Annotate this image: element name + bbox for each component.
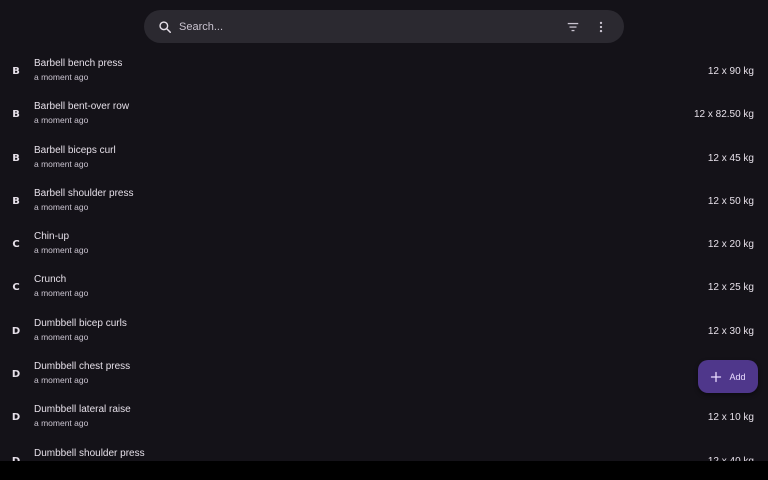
add-button-label: Add (729, 371, 746, 382)
exercise-name: Chin-up (34, 231, 70, 243)
section-letter: C (12, 239, 20, 251)
last-performed-time: a moment ago (34, 158, 89, 169)
plus-icon (710, 371, 722, 383)
last-performed-time: a moment ago (34, 115, 89, 126)
last-set-value: 12 x 90 kg (707, 66, 754, 77)
app-screen: B Barbell bench press a moment ago 12 x 90 … (0, 0, 768, 461)
list-item[interactable]: DDumbbell shoulder pressa moment ago12 x… (0, 437, 768, 461)
exercise-name: Barbell bench press (34, 58, 123, 69)
last-set-value: 12 x 50 kg (707, 195, 754, 207)
search-bar[interactable] (144, 10, 624, 43)
add-button[interactable]: Add (698, 360, 758, 393)
exercise-name: Barbell biceps curl (34, 144, 116, 156)
last-performed-time: a moment ago (34, 245, 89, 256)
exercise-name: Crunch (34, 274, 67, 286)
last-set-value: 12 x 82.50 kg (693, 109, 754, 121)
section-letter: C (12, 282, 20, 294)
more-vert-icon[interactable] (590, 16, 612, 38)
exercise-name: Barbell bent-over row (34, 101, 130, 113)
last-set-value: 12 x 30 kg (707, 325, 754, 337)
section-letter: B (12, 109, 20, 121)
last-set-value: 12 x 20 kg (707, 239, 754, 251)
exercise-name: Dumbbell bicep curls (34, 317, 127, 329)
list-item[interactable]: D Dumbbell chest press a moment ago (0, 350, 768, 393)
exercise-list: B Barbell bench press a moment ago 12 x 90 … (0, 47, 768, 461)
list-item[interactable]: D Dumbbell lateral raise a moment ago 12 x … (0, 393, 768, 436)
search-input[interactable] (179, 16, 558, 37)
last-performed-time: a moment ago (34, 201, 89, 212)
exercise-name: Barbell shoulder press (34, 187, 134, 199)
last-performed-time: a moment ago (34, 375, 89, 386)
list-item[interactable]: B Barbell bent-over row a moment ago 12 x 8… (0, 90, 768, 133)
section-letter: B (12, 152, 20, 164)
last-performed-time: a moment ago (34, 288, 89, 299)
section-letter: D (11, 325, 21, 337)
last-set-value: 12 x 25 kg (707, 282, 754, 294)
exercise-name: Dumbbell chest press (34, 361, 131, 373)
section-letter: B (12, 195, 20, 207)
filter-icon[interactable] (562, 16, 584, 38)
list-item[interactable]: B Barbell shoulder press a moment ago 12 x … (0, 177, 768, 220)
list-item[interactable]: B Barbell bench press a moment ago 12 x 90 … (0, 47, 768, 90)
section-letter: D (11, 412, 21, 424)
list-item[interactable]: C Crunch a moment ago 12 x 25 kg (0, 263, 768, 306)
list-item[interactable]: B Barbell biceps curl a moment ago 12 x 45 … (0, 134, 768, 177)
section-letter: D (11, 369, 21, 381)
last-set-value: 12 x 10 kg (707, 412, 754, 424)
section-letter: B (12, 66, 20, 77)
last-set-value: 12 x 45 kg (707, 152, 754, 164)
last-performed-time: a moment ago (34, 72, 89, 82)
exercise-name: Dumbbell shoulder press (34, 447, 145, 459)
list-item[interactable]: D Dumbbell bicep curls a moment ago 12 x 30… (0, 307, 768, 350)
list-item[interactable]: C Chin-up a moment ago 12 x 20 kg (0, 220, 768, 263)
last-performed-time: a moment ago (34, 418, 89, 429)
exercise-name: Dumbbell lateral raise (34, 404, 131, 416)
search-icon (156, 18, 174, 36)
last-performed-time: a moment ago (34, 331, 89, 342)
system-navigation-bar (0, 461, 768, 480)
